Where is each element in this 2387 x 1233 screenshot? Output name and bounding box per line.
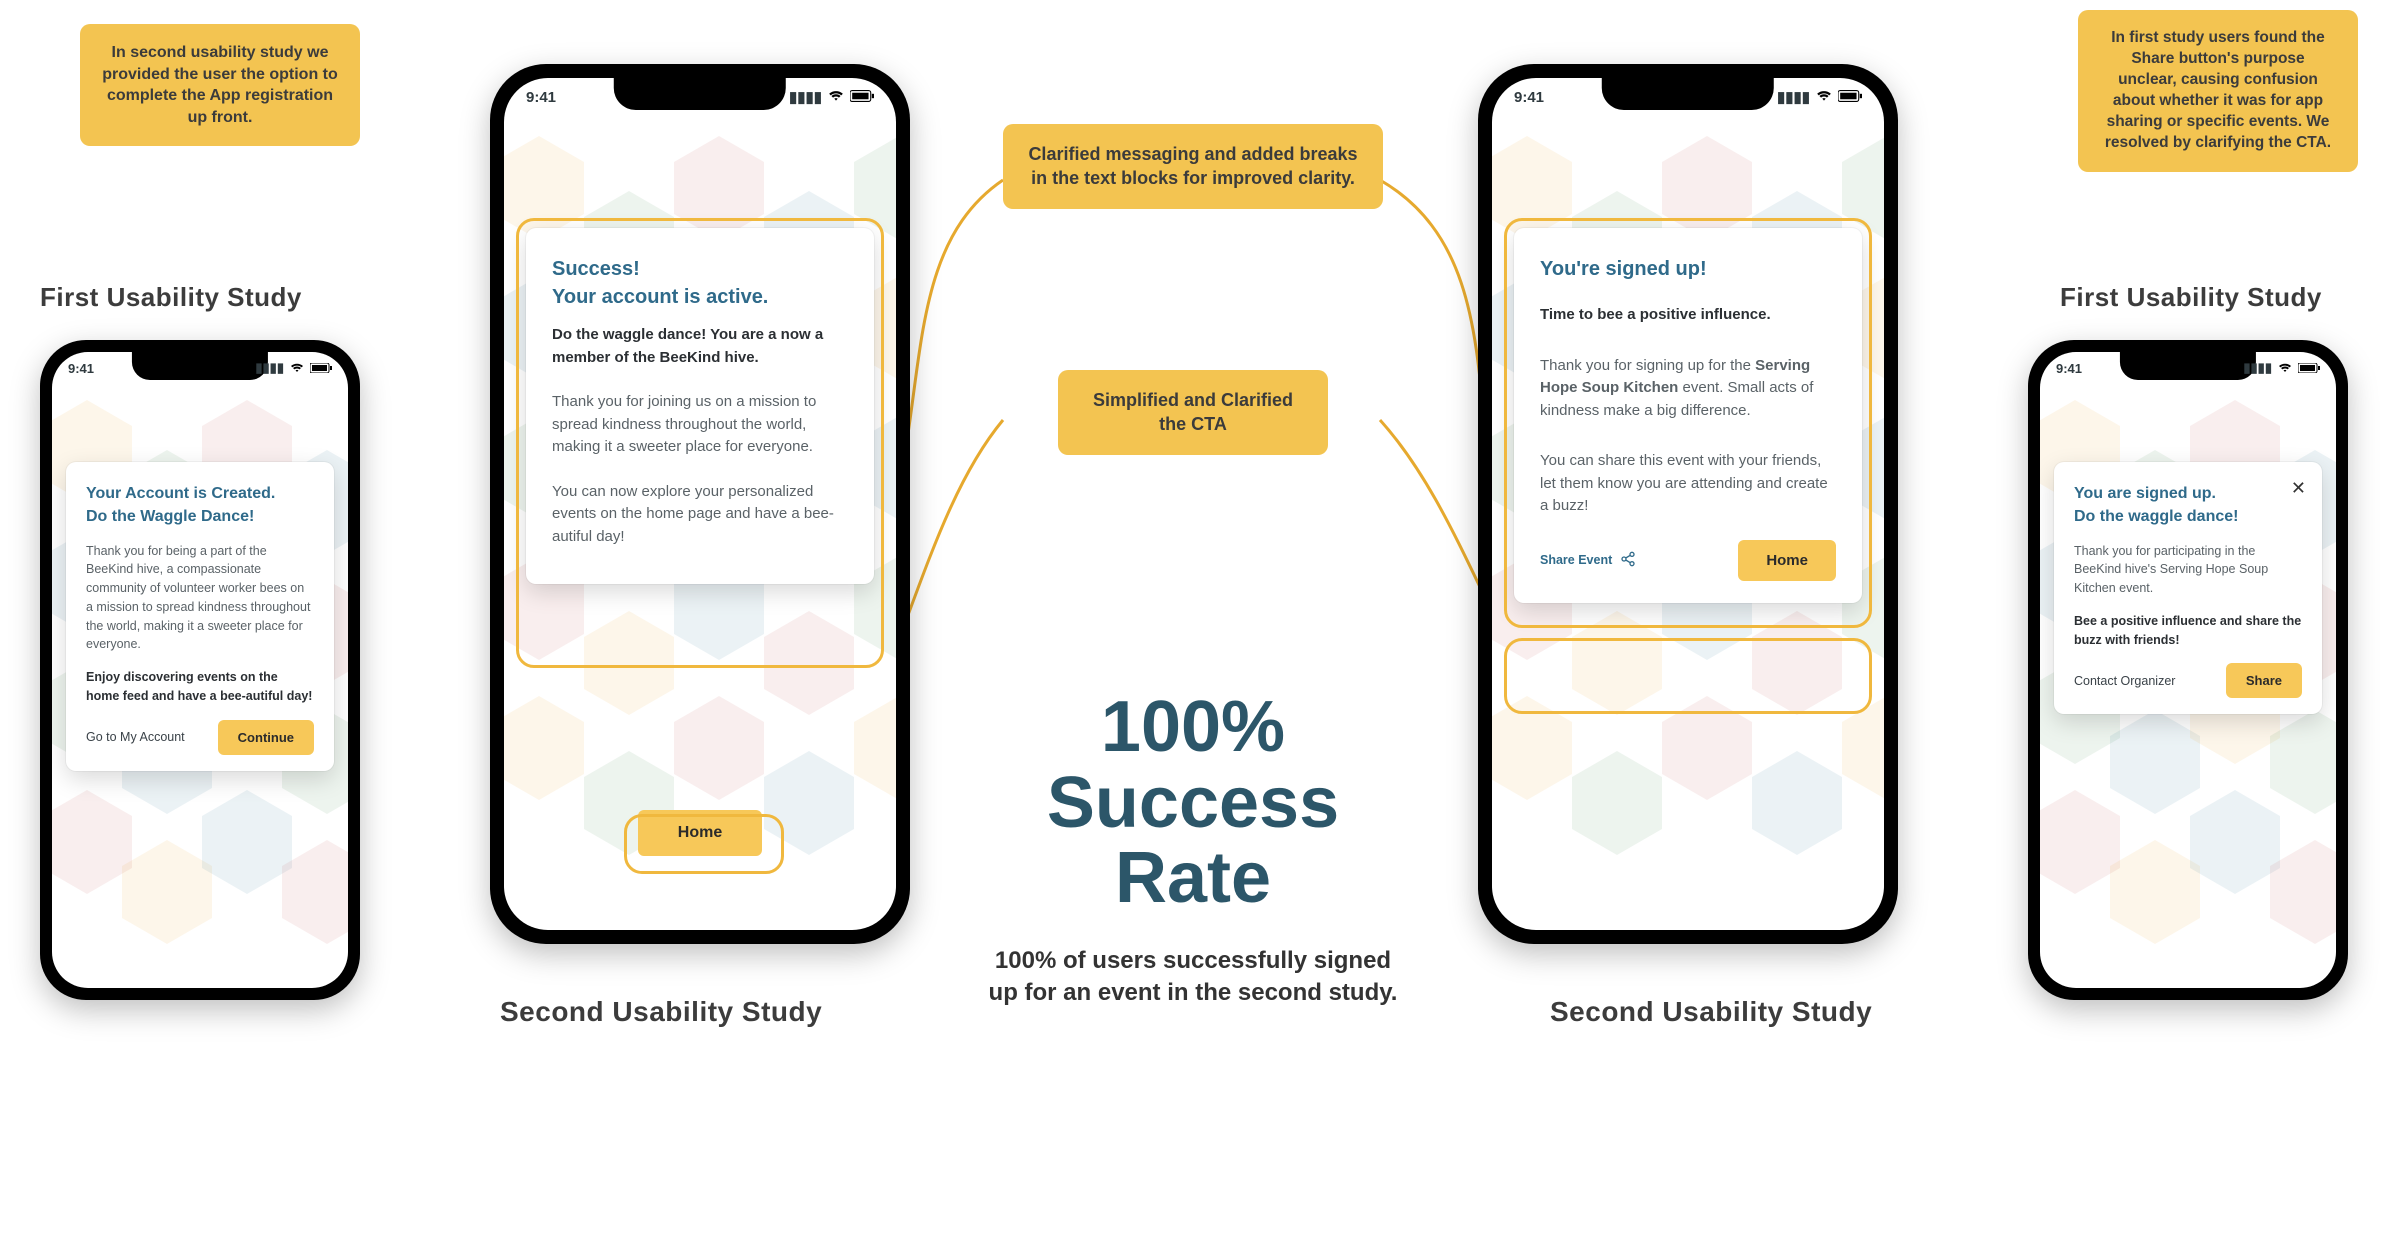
status-icons: ▮▮▮▮: [2243, 360, 2320, 376]
highlight-action-row: [1504, 638, 1872, 714]
card-lead: Do the waggle dance! You are a now a mem…: [552, 324, 848, 369]
phone-second-study-account: 9:41 ▮▮▮▮: [490, 64, 910, 944]
go-to-my-account-link[interactable]: Go to My Account: [86, 730, 185, 744]
card-account-active: Success! Your account is active. Do the …: [526, 228, 874, 584]
share-button[interactable]: Share: [2226, 663, 2302, 698]
card-title-1: Your Account is Created.: [86, 484, 314, 505]
signal-icon: ▮▮▮▮: [1777, 88, 1810, 106]
card-body-1: Thank you for signing up for the Serving…: [1540, 355, 1836, 423]
home-button[interactable]: Home: [638, 810, 762, 856]
card-title-2: Your account is active.: [552, 284, 848, 310]
signal-icon: ▮▮▮▮: [255, 360, 284, 376]
card-title-2: Do the Waggle Dance!: [86, 507, 314, 528]
wifi-icon: [828, 89, 844, 106]
signal-icon: ▮▮▮▮: [789, 88, 822, 106]
share-event-link[interactable]: Share Event: [1540, 551, 1636, 570]
label-first-study-left: First Usability Study: [40, 282, 302, 313]
card-lead: Time to bee a positive influence.: [1540, 304, 1836, 327]
card-title-2: Do the waggle dance!: [2074, 507, 2302, 528]
contact-organizer-link[interactable]: Contact Organizer: [2074, 674, 2175, 688]
battery-icon: [310, 361, 332, 376]
card-callout: Enjoy discovering events on the home fee…: [86, 668, 314, 706]
battery-icon: [2298, 361, 2320, 376]
wifi-icon: [1816, 89, 1832, 106]
note-registration-upfront: In second usability study we provided th…: [80, 24, 360, 146]
card-signed-up: You're signed up! Time to bee a positive…: [1514, 228, 1862, 603]
home-button[interactable]: Home: [1738, 540, 1836, 581]
status-time: 9:41: [2056, 361, 2082, 376]
label-second-study-right: Second Usability Study: [1550, 996, 1872, 1028]
status-bar: 9:41 ▮▮▮▮: [2056, 360, 2320, 376]
phone-first-study-account: 9:41 ▮▮▮▮: [40, 340, 360, 1000]
stat-caption: 100% of users successfully signed up for…: [983, 945, 1403, 1010]
card-title: You're signed up!: [1540, 256, 1836, 282]
card-body-2: You can share this event with your frien…: [1540, 450, 1836, 518]
status-bar: 9:41 ▮▮▮▮: [526, 88, 874, 106]
status-time: 9:41: [1514, 89, 1544, 106]
battery-icon: [850, 89, 874, 106]
success-rate-block: 100% Success Rate 100% of users successf…: [983, 690, 1403, 1034]
card-body-1: Thank you for joining us on a mission to…: [552, 391, 848, 459]
note-simplified-cta: Simplified and Clarified the CTA: [1058, 370, 1328, 455]
phone-second-study-signup: 9:41 ▮▮▮▮: [1478, 64, 1898, 944]
stat-rate: Rate: [983, 841, 1403, 917]
continue-button[interactable]: Continue: [218, 720, 314, 755]
card-signed-up-v1: ✕ You are signed up. Do the waggle dance…: [2054, 462, 2322, 714]
label-second-study-left: Second Usability Study: [500, 996, 822, 1028]
card-callout: Bee a positive influence and share the b…: [2074, 612, 2302, 650]
status-icons: ▮▮▮▮: [1777, 88, 1862, 106]
status-icons: ▮▮▮▮: [255, 360, 332, 376]
note-clarified-messaging: Clarified messaging and added breaks in …: [1003, 124, 1383, 209]
battery-icon: [1838, 89, 1862, 106]
status-bar: 9:41 ▮▮▮▮: [1514, 88, 1862, 106]
phone-first-study-signup: 9:41 ▮▮▮▮: [2028, 340, 2348, 1000]
close-icon[interactable]: ✕: [2291, 478, 2306, 499]
stat-100: 100%: [983, 690, 1403, 766]
card-title-1: Success!: [552, 256, 848, 282]
status-time: 9:41: [526, 89, 556, 106]
wifi-icon: [290, 361, 304, 376]
status-icons: ▮▮▮▮: [789, 88, 874, 106]
wifi-icon: [2278, 361, 2292, 376]
card-account-created: Your Account is Created. Do the Waggle D…: [66, 462, 334, 771]
share-icon: [1620, 551, 1636, 570]
status-bar: 9:41 ▮▮▮▮: [68, 360, 332, 376]
card-body: Thank you for participating in the BeeKi…: [2074, 542, 2302, 598]
card-title-1: You are signed up.: [2074, 484, 2302, 505]
label-first-study-right: First Usability Study: [2060, 282, 2322, 313]
note-share-button-confusion: In first study users found the Share but…: [2078, 10, 2358, 172]
card-body-2: You can now explore your personalized ev…: [552, 481, 848, 549]
status-time: 9:41: [68, 361, 94, 376]
card-body: Thank you for being a part of the BeeKin…: [86, 542, 314, 655]
stat-success: Success: [983, 766, 1403, 842]
signal-icon: ▮▮▮▮: [2243, 360, 2272, 376]
